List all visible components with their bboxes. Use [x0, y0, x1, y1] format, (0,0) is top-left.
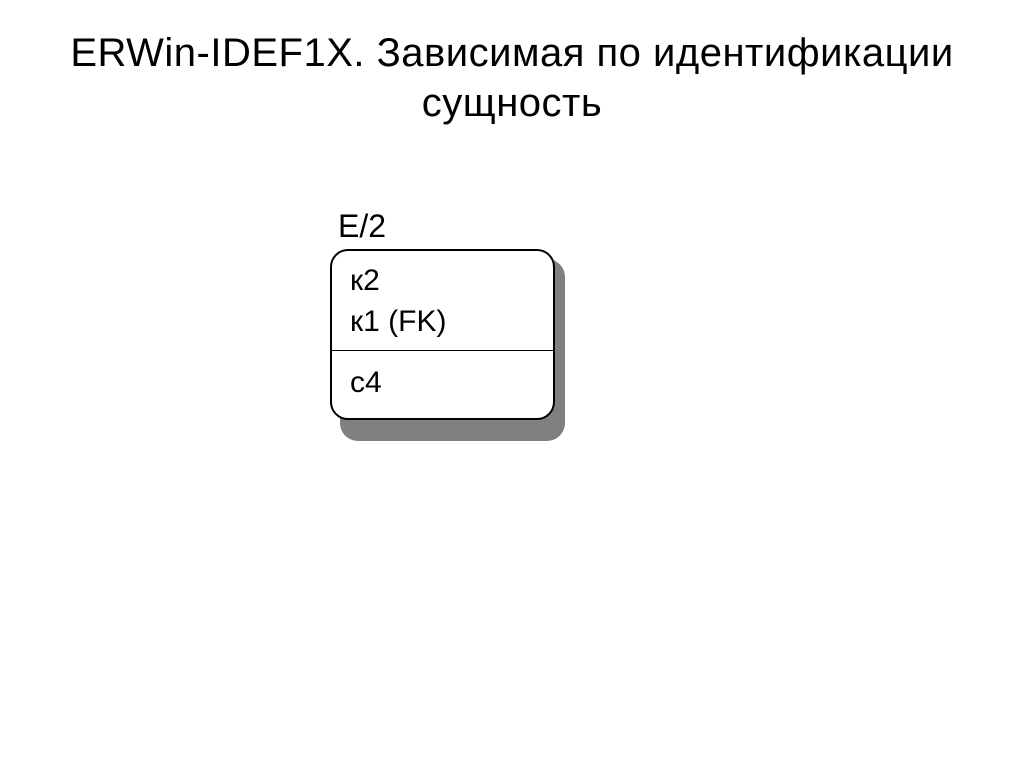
entity-key-section: к2 к1 (FK): [332, 251, 553, 351]
entity-nonkey-section: с4: [332, 351, 553, 418]
entity-diagram: E/2 к2 к1 (FK) с4: [330, 208, 560, 420]
slide-title: ERWin-IDEF1X. Зависимая по идентификации…: [0, 0, 1024, 128]
key-attribute: к2: [350, 261, 535, 302]
key-attribute: к1 (FK): [350, 302, 535, 343]
entity-box-wrapper: к2 к1 (FK) с4: [330, 249, 560, 420]
entity-box: к2 к1 (FK) с4: [330, 249, 555, 420]
entity-name-label: E/2: [338, 208, 560, 245]
nonkey-attribute: с4: [350, 363, 535, 404]
